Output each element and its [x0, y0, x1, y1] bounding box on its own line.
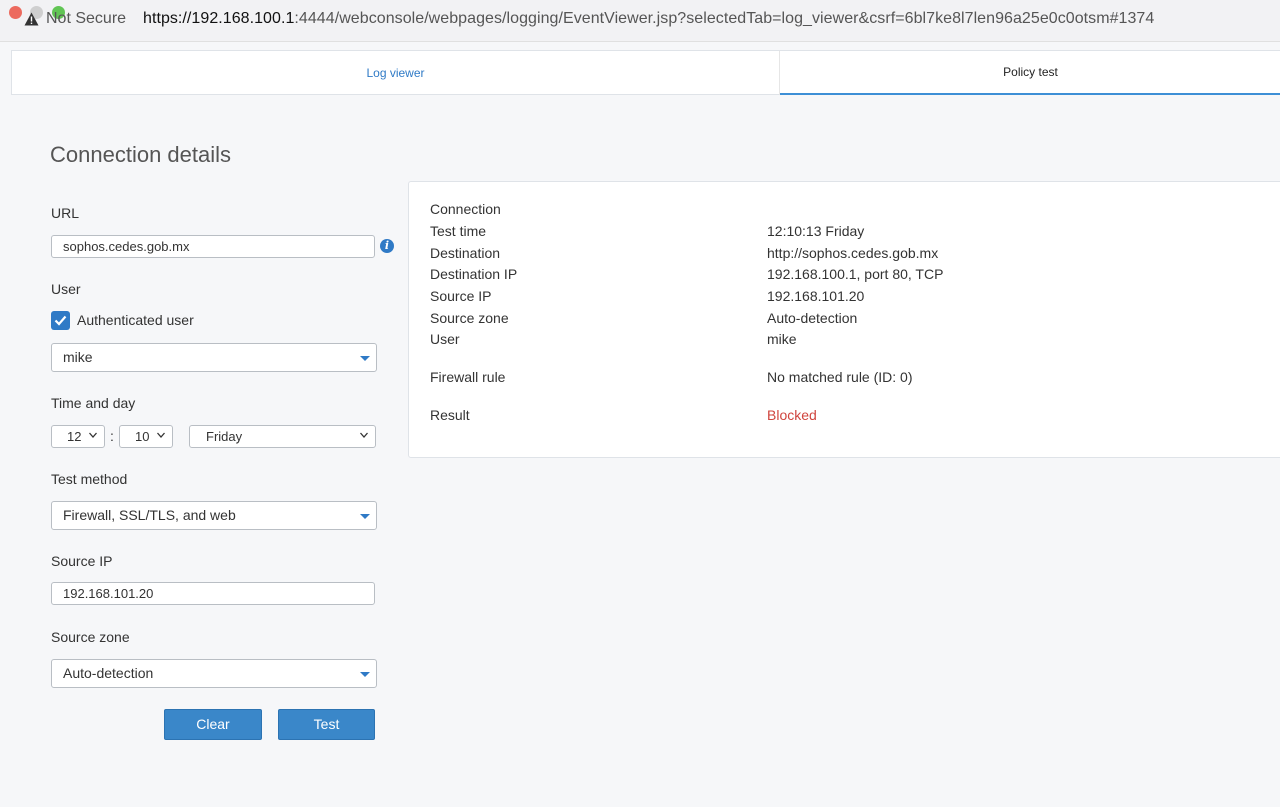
- close-window-button[interactable]: [9, 6, 22, 19]
- time-label: Time and day: [51, 395, 136, 411]
- browser-address-bar: Not Secure https://192.168.100.1:4444/we…: [0, 0, 1280, 42]
- result-value: mike: [767, 331, 797, 347]
- result-value: 192.168.101.20: [767, 288, 865, 304]
- chevron-down-icon: [89, 432, 97, 438]
- caret-down-icon: [360, 356, 370, 361]
- connection-heading: Connection: [430, 201, 501, 217]
- chevron-down-icon: [157, 432, 165, 438]
- authenticated-user-checkbox[interactable]: [51, 311, 70, 330]
- url-label: URL: [51, 205, 80, 221]
- warning-icon: [24, 12, 39, 26]
- time-separator: :: [110, 428, 114, 444]
- source-zone-value: Auto-detection: [63, 665, 154, 681]
- user-label: User: [51, 281, 81, 297]
- firewall-rule-label: Firewall rule: [430, 369, 506, 385]
- result-key: Source zone: [430, 310, 509, 326]
- page-title: Connection details: [50, 142, 232, 167]
- tab-bar: Log viewer Policy test: [11, 50, 1280, 95]
- firewall-rule-value: No matched rule (ID: 0): [767, 369, 913, 385]
- tab-log-viewer[interactable]: Log viewer: [12, 51, 780, 95]
- url-field[interactable]: https://192.168.100.1:4444/webconsole/we…: [143, 10, 1154, 28]
- source-zone-label: Source zone: [51, 629, 130, 645]
- caret-down-icon: [360, 514, 370, 519]
- result-value: Auto-detection: [767, 310, 858, 326]
- source-ip-label: Source IP: [51, 553, 113, 569]
- test-method-value: Firewall, SSL/TLS, and web: [63, 507, 236, 523]
- result-value: 192.168.100.1, port 80, TCP: [767, 266, 944, 282]
- result-key: Test time: [430, 223, 487, 239]
- result-value: 12:10:13 Friday: [767, 223, 865, 239]
- user-select[interactable]: mike: [51, 343, 377, 372]
- authenticated-user-label: Authenticated user: [77, 312, 194, 328]
- result-status-badge: Blocked: [767, 407, 817, 423]
- result-key: User: [430, 331, 460, 347]
- day-select[interactable]: Friday: [189, 425, 376, 448]
- result-key: Source IP: [430, 288, 492, 304]
- info-icon[interactable]: i: [380, 239, 394, 253]
- chevron-down-icon: [360, 432, 368, 438]
- source-zone-select[interactable]: Auto-detection: [51, 659, 377, 688]
- day-value: Friday: [206, 429, 243, 444]
- hour-select[interactable]: 12: [51, 425, 105, 448]
- url-path: :4444/webconsole/webpages/logging/EventV…: [294, 10, 1155, 27]
- caret-down-icon: [360, 672, 370, 677]
- result-label: Result: [430, 407, 470, 423]
- test-method-select[interactable]: Firewall, SSL/TLS, and web: [51, 501, 377, 530]
- result-key: Destination: [430, 245, 501, 261]
- result-value: http://sophos.cedes.gob.mx: [767, 245, 939, 261]
- hour-value: 12: [67, 429, 82, 444]
- clear-button[interactable]: Clear: [164, 709, 262, 740]
- source-ip-input[interactable]: 192.168.101.20: [51, 582, 375, 605]
- security-status[interactable]: Not Secure: [46, 10, 126, 28]
- user-select-value: mike: [63, 349, 93, 365]
- test-button[interactable]: Test: [278, 709, 375, 740]
- checkmark-icon: [54, 315, 67, 326]
- test-method-label: Test method: [51, 471, 128, 487]
- url-input[interactable]: sophos.cedes.gob.mx: [51, 235, 375, 258]
- minute-value: 10: [135, 429, 150, 444]
- url-host: https://192.168.100.1: [143, 10, 295, 27]
- minute-select[interactable]: 10: [119, 425, 173, 448]
- result-key: Destination IP: [430, 266, 518, 282]
- tab-policy-test[interactable]: Policy test: [780, 51, 1280, 95]
